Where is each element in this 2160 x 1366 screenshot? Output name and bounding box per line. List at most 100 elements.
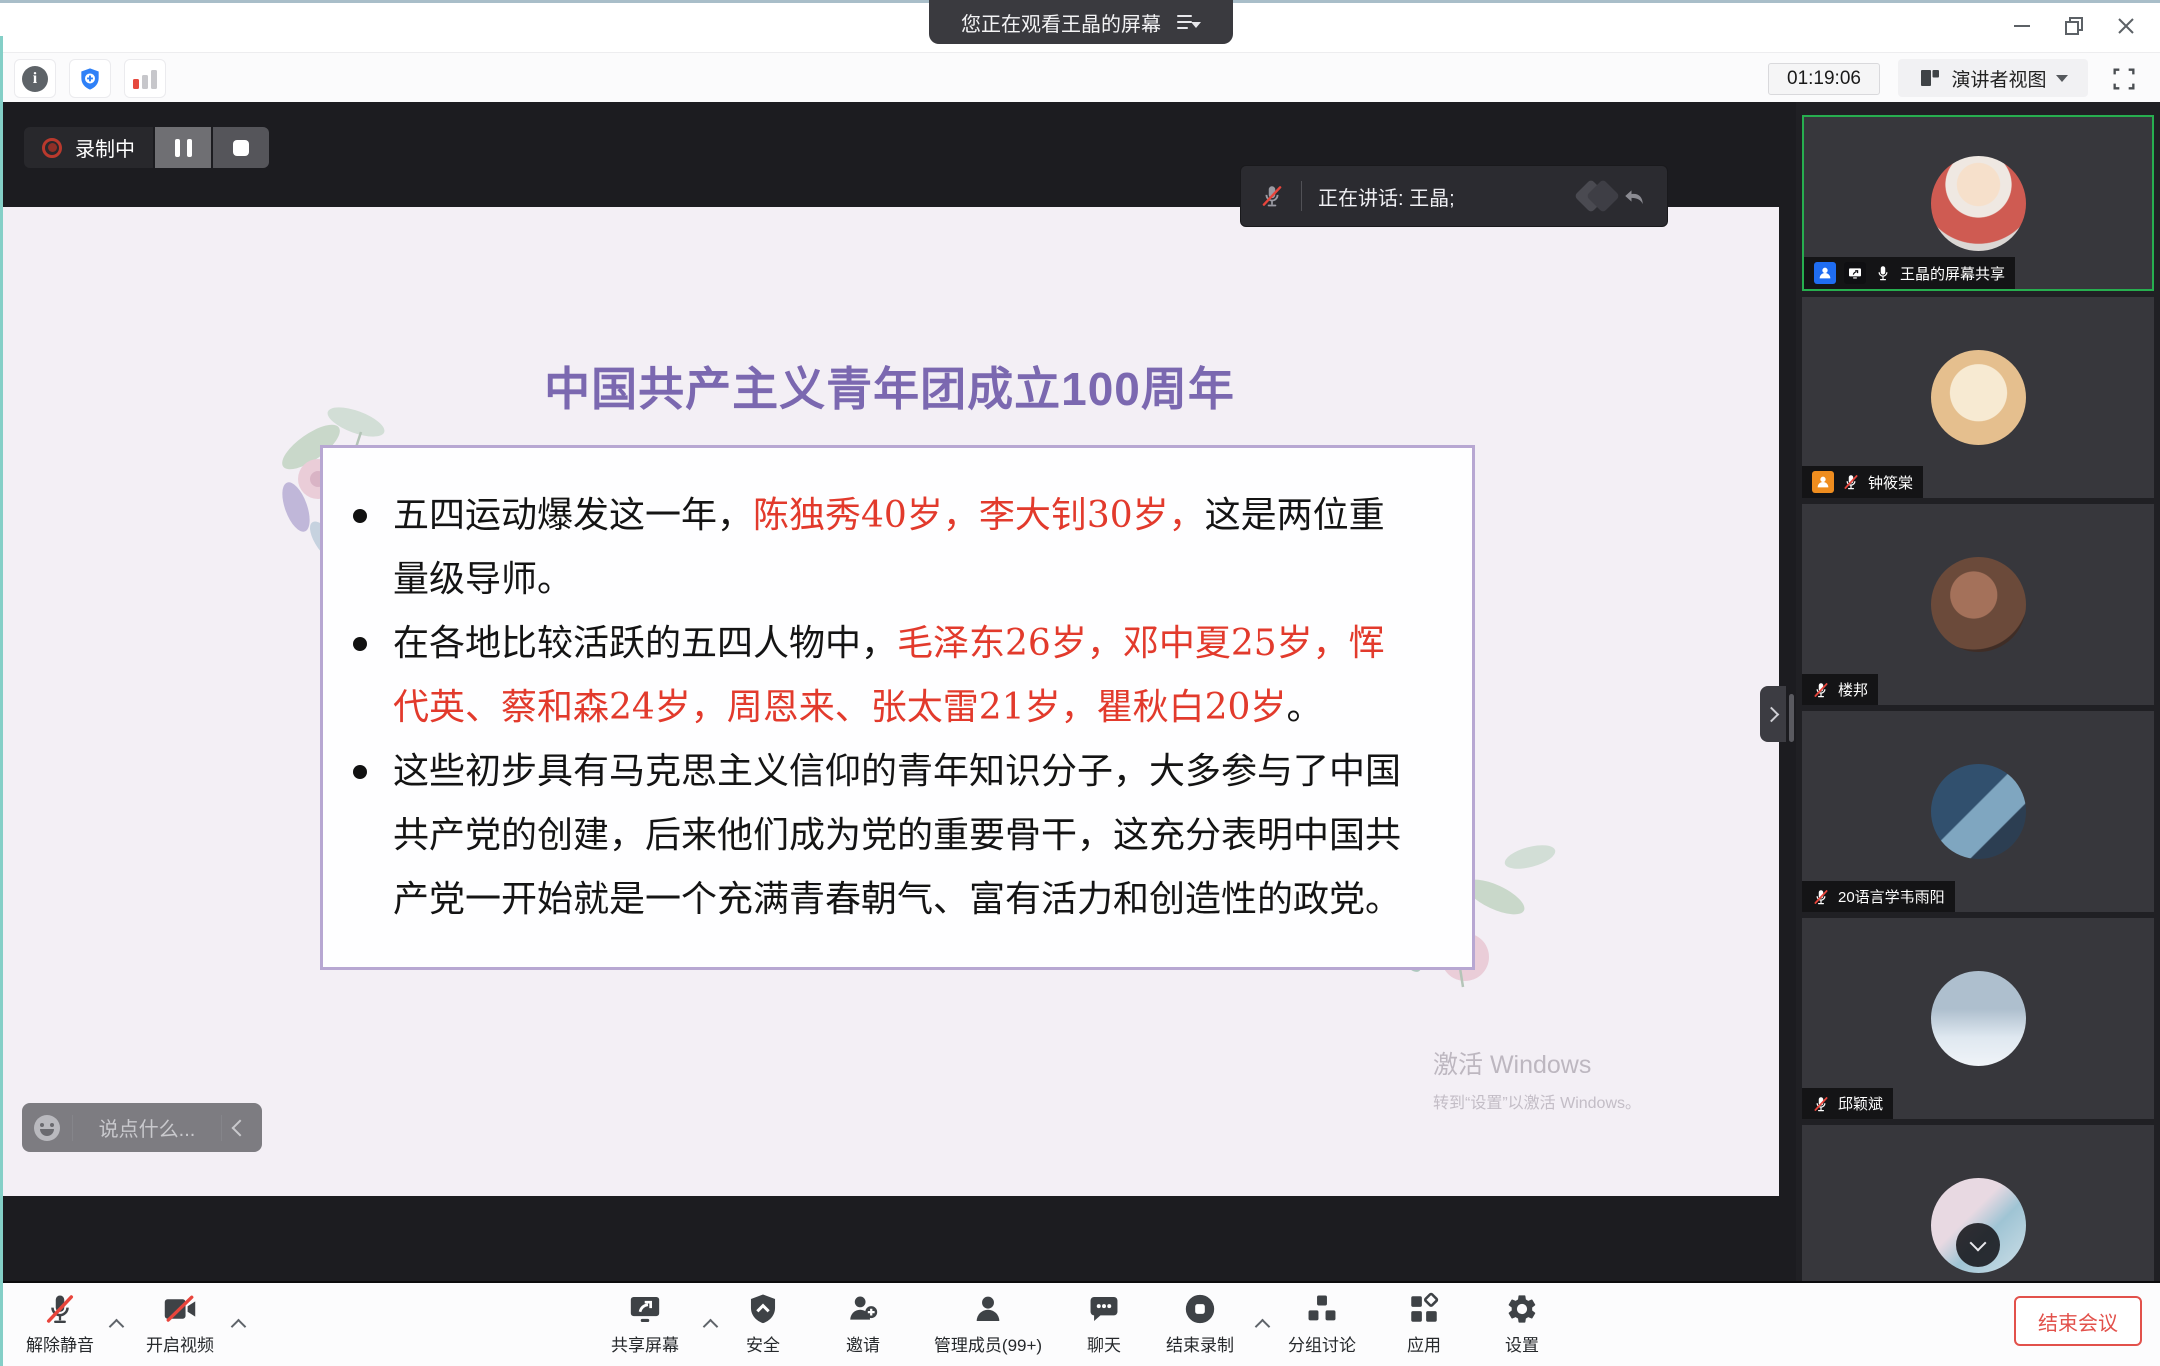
watching-banner-text: 您正在观看王晶的屏幕 bbox=[961, 8, 1161, 37]
person-badge-icon bbox=[1814, 262, 1836, 284]
share-screen-button[interactable]: 共享屏幕 bbox=[590, 1292, 700, 1356]
settings-label: 设置 bbox=[1505, 1331, 1539, 1356]
avatar bbox=[1931, 971, 2026, 1066]
avatar bbox=[1931, 764, 2026, 859]
fullscreen-button[interactable] bbox=[2106, 61, 2142, 97]
fullscreen-icon bbox=[2110, 65, 2138, 93]
participant-tile[interactable]: 楼邦 bbox=[1802, 504, 2154, 705]
meeting-timer: 01:19:06 bbox=[1768, 63, 1880, 95]
breakout-label: 分组讨论 bbox=[1288, 1331, 1356, 1356]
record-dot-icon bbox=[42, 138, 62, 158]
start-video-button[interactable]: 开启视频 bbox=[125, 1292, 235, 1356]
chevron-right-icon bbox=[1763, 706, 1779, 722]
stop-record-label: 结束录制 bbox=[1166, 1331, 1234, 1356]
bullet-item: 这些初步具有马克思主义信仰的青年知识分子，大多参与了中国共产党的创建，后来他们成… bbox=[351, 740, 1413, 932]
panel-collapse-handle[interactable] bbox=[1760, 686, 1786, 742]
stop-record-icon bbox=[1183, 1292, 1217, 1326]
invite-button[interactable]: 邀请 bbox=[808, 1292, 918, 1356]
info-icon: i bbox=[22, 66, 48, 92]
participant-namebar: 邱颖斌 bbox=[1802, 1088, 1893, 1119]
video-options-button[interactable] bbox=[228, 1315, 248, 1335]
mic-muted-icon bbox=[1812, 888, 1830, 906]
shared-screen-slide: 中国共产主义青年团成立100周年 bbox=[0, 207, 1779, 1196]
divider bbox=[1301, 181, 1302, 211]
chat-button[interactable]: 聊天 bbox=[1049, 1292, 1159, 1356]
meeting-info-button[interactable]: i bbox=[14, 59, 56, 98]
breakout-icon bbox=[1305, 1292, 1339, 1326]
window-controls bbox=[1996, 0, 2152, 52]
active-speaker-banner: 正在讲话: 王晶; bbox=[1240, 165, 1668, 227]
slide-content-box: 五四运动爆发这一年，陈独秀40岁，李大钊30岁，这是两位重量级导师。 在各地比较… bbox=[320, 445, 1475, 970]
invite-label: 邀请 bbox=[846, 1331, 880, 1356]
watermark-line1: 激活 Windows bbox=[1433, 1045, 1641, 1081]
manage-members-button[interactable]: 管理成员(99+) bbox=[913, 1292, 1063, 1356]
minimize-button[interactable] bbox=[1996, 0, 2048, 52]
banner-menu-icon[interactable] bbox=[1177, 14, 1201, 30]
end-meeting-button[interactable]: 结束会议 bbox=[2014, 1296, 2142, 1346]
participant-name: 邱颖斌 bbox=[1838, 1093, 1883, 1114]
participant-namebar: 王晶的屏幕共享 bbox=[1804, 257, 2015, 289]
members-icon bbox=[971, 1292, 1005, 1326]
scroll-down-button[interactable] bbox=[1956, 1223, 2000, 1267]
watching-banner[interactable]: 您正在观看王晶的屏幕 bbox=[929, 0, 1233, 44]
banner-decoration bbox=[1579, 181, 1649, 211]
divider bbox=[221, 1115, 222, 1141]
watermark-line2: 转到“设置”以激活 Windows。 bbox=[1433, 1089, 1641, 1113]
mic-muted-icon bbox=[1259, 183, 1285, 209]
participant-namebar: 20语言学韦雨阳 bbox=[1802, 881, 1955, 912]
participant-namebar: 钟筱棠 bbox=[1802, 466, 1923, 498]
participant-tile[interactable]: 邱颖斌 bbox=[1802, 918, 2154, 1119]
pause-recording-button[interactable] bbox=[155, 127, 211, 168]
network-signal-button[interactable] bbox=[124, 59, 166, 98]
meeting-security-button[interactable] bbox=[69, 59, 111, 98]
unmute-label: 解除静音 bbox=[26, 1331, 94, 1356]
person-badge-icon bbox=[1812, 471, 1834, 493]
breakout-rooms-button[interactable]: 分组讨论 bbox=[1267, 1292, 1377, 1356]
participant-tile[interactable]: 王晶的屏幕共享 bbox=[1802, 115, 2154, 291]
recording-status: 录制中 bbox=[24, 127, 153, 168]
screen-share-badge-icon bbox=[1844, 262, 1866, 284]
caret-down-icon bbox=[2056, 75, 2068, 82]
stop-recording-button[interactable] bbox=[213, 127, 269, 168]
reply-arrow-icon bbox=[1619, 181, 1649, 211]
stop-record-button[interactable]: 结束录制 bbox=[1145, 1292, 1255, 1356]
security-button[interactable]: 安全 bbox=[708, 1292, 818, 1356]
security-shield-icon bbox=[746, 1292, 780, 1326]
share-screen-label: 共享屏幕 bbox=[611, 1331, 679, 1356]
settings-gear-icon bbox=[1505, 1292, 1539, 1326]
bottom-toolbar: 解除静音 开启视频 共享屏幕 安全 bbox=[0, 1281, 2160, 1366]
smiley-icon[interactable] bbox=[34, 1115, 60, 1141]
layout-icon bbox=[1918, 66, 1942, 90]
stage: 中国共产主义青年团成立100周年 bbox=[0, 102, 1796, 1281]
apps-button[interactable]: 应用 bbox=[1369, 1292, 1479, 1356]
mic-muted-icon bbox=[1812, 681, 1830, 699]
panel-resize-handle[interactable] bbox=[1789, 694, 1794, 742]
meeting-window: 您正在观看王晶的屏幕 i 01:19:06 bbox=[0, 0, 2160, 1366]
participant-tile[interactable]: 钟筱棠 bbox=[1802, 297, 2154, 498]
chat-placeholder[interactable]: 说点什么... bbox=[85, 1113, 209, 1142]
bullet-list: 五四运动爆发这一年，陈独秀40岁，李大钊30岁，这是两位重量级导师。 在各地比较… bbox=[351, 484, 1413, 932]
mic-muted-icon bbox=[1842, 473, 1860, 491]
avatar bbox=[1931, 156, 2026, 251]
chat-bubble-icon bbox=[1087, 1292, 1121, 1326]
chevron-down-icon bbox=[1970, 1235, 1987, 1252]
invite-icon bbox=[846, 1292, 880, 1326]
view-selector[interactable]: 演讲者视图 bbox=[1898, 59, 2088, 97]
bullet-item: 在各地比较活跃的五四人物中，毛泽东26岁，邓中夏25岁，恽代英、蔡和森24岁，周… bbox=[351, 612, 1413, 740]
participant-name: 楼邦 bbox=[1838, 679, 1868, 700]
participant-tile[interactable]: 20语言学韦雨阳 bbox=[1802, 711, 2154, 912]
mute-options-button[interactable] bbox=[106, 1315, 126, 1335]
close-button[interactable] bbox=[2100, 0, 2152, 52]
avatar bbox=[1931, 557, 2026, 652]
unmute-button[interactable]: 解除静音 bbox=[5, 1292, 115, 1356]
chat-input[interactable]: 说点什么... bbox=[22, 1103, 262, 1152]
active-speaker-text: 正在讲话: 王晶; bbox=[1318, 182, 1455, 211]
participant-name: 钟筱棠 bbox=[1868, 472, 1913, 493]
screen-share-icon bbox=[628, 1292, 662, 1326]
manage-members-label: 管理成员(99+) bbox=[934, 1331, 1042, 1356]
restore-button[interactable] bbox=[2048, 0, 2100, 52]
signal-icon bbox=[133, 69, 157, 89]
settings-button[interactable]: 设置 bbox=[1467, 1292, 1577, 1356]
mic-muted-icon bbox=[43, 1292, 77, 1326]
chevron-left-icon[interactable] bbox=[232, 1119, 249, 1136]
